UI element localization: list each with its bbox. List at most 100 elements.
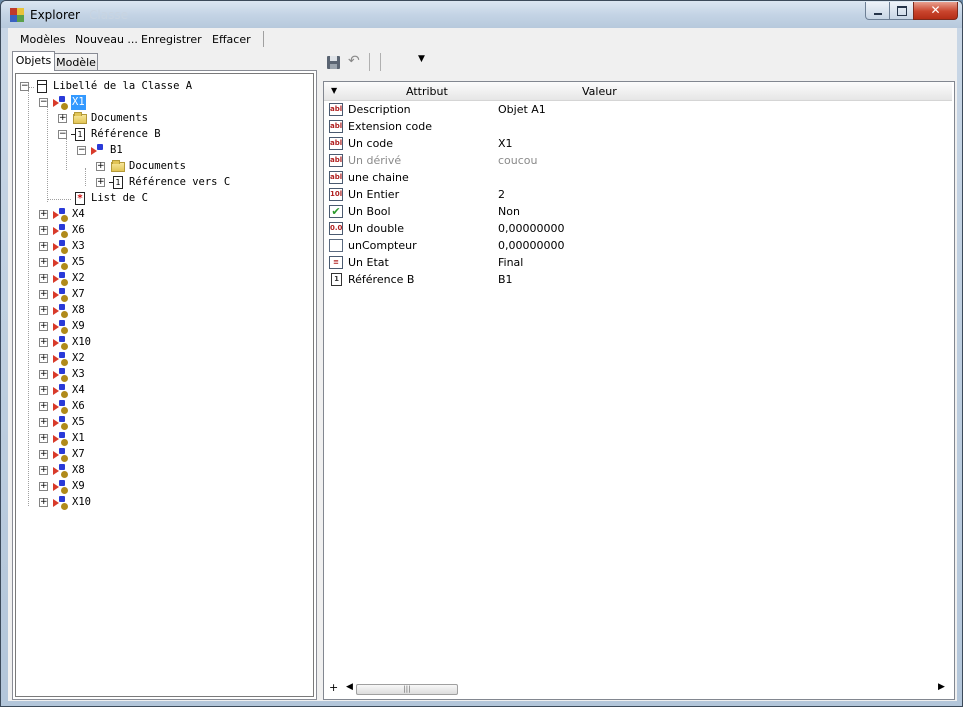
collapse-icon[interactable]: − (77, 146, 86, 155)
scroll-thumb[interactable]: ||| (356, 684, 458, 695)
expand-icon[interactable]: + (39, 322, 48, 331)
tree-label-sibling: X10 (72, 496, 91, 508)
collapse-icon[interactable]: − (39, 98, 48, 107)
expand-icon[interactable]: + (39, 386, 48, 395)
object-icon (53, 96, 69, 110)
maximize-button[interactable] (889, 2, 915, 20)
collapse-icon[interactable]: − (58, 130, 67, 139)
tree-label-sibling: X7 (72, 288, 85, 300)
property-name: Un dérivé (348, 154, 402, 167)
expand-icon[interactable]: + (39, 466, 48, 475)
tab-objets[interactable]: Objets (12, 51, 55, 71)
horizontal-scrollbar[interactable]: + ◀ ||| ▶ (326, 681, 952, 696)
tree-label-x1: X1 (71, 95, 86, 110)
expand-icon[interactable]: + (58, 114, 67, 123)
property-value[interactable]: 0,00000000 (498, 239, 564, 252)
tree-label-reference-b: Référence B (91, 128, 161, 140)
minimize-button[interactable] (865, 2, 891, 20)
property-row[interactable]: ≡ Un Etat Final (328, 254, 948, 271)
property-value[interactable]: 2 (498, 188, 505, 201)
expand-icon[interactable]: + (39, 354, 48, 363)
property-row[interactable]: 0.0l Un double 0,00000000 (328, 220, 948, 237)
client-area: Objets Modèle − Libellé de la Classe A − (8, 50, 957, 701)
property-name: Un Entier (348, 188, 400, 201)
property-value[interactable]: 0,00000000 (498, 222, 564, 235)
expand-icon[interactable]: + (39, 210, 48, 219)
property-value[interactable]: coucou (498, 154, 538, 167)
menu-separator (263, 31, 264, 47)
object-icon (53, 432, 69, 446)
counter-type-icon (329, 239, 343, 252)
object-icon (53, 224, 69, 238)
expand-icon[interactable]: + (39, 402, 48, 411)
folder-icon (73, 112, 87, 124)
expand-icon[interactable]: + (39, 306, 48, 315)
property-row[interactable]: unCompteur 0,00000000 (328, 237, 948, 254)
expand-icon[interactable]: + (39, 290, 48, 299)
property-name: Un Etat (348, 256, 389, 269)
list-icon: * (75, 192, 85, 205)
app-icon (10, 8, 24, 22)
expand-icon[interactable]: + (39, 450, 48, 459)
expand-icon[interactable]: + (39, 274, 48, 283)
toolbar-separator (380, 53, 381, 71)
undo-icon[interactable]: ↶ (348, 53, 360, 69)
property-row[interactable]: abl Extension code (328, 118, 948, 135)
object-icon (53, 320, 69, 334)
menu-effacer[interactable]: Effacer (212, 33, 251, 46)
property-row[interactable]: ✔ Un Bool Non (328, 203, 948, 220)
property-row[interactable]: abl Description Objet A1 (328, 101, 948, 118)
tree-label-sibling: X2 (72, 352, 85, 364)
column-header-valeur[interactable]: Valeur (582, 85, 617, 98)
collapse-icon[interactable]: − (20, 82, 29, 91)
property-row[interactable]: abl une chaine (328, 169, 948, 186)
toolbar-dropdown-button[interactable]: ▼ (418, 54, 425, 64)
close-button[interactable]: ✕ (913, 2, 958, 20)
expand-icon[interactable]: + (39, 226, 48, 235)
menu-bar: Modèles Nouveau ... Enregistrer Effacer (8, 28, 957, 51)
property-value[interactable]: Non (498, 205, 520, 218)
tree-label-sibling: X3 (72, 240, 85, 252)
add-icon[interactable]: + (329, 681, 338, 694)
folder-icon (111, 160, 125, 172)
tree-label-sibling: X3 (72, 368, 85, 380)
menu-enregistrer[interactable]: Enregistrer (141, 33, 202, 46)
object-tree[interactable]: − Libellé de la Classe A − X1 + Document… (15, 73, 314, 697)
property-value[interactable]: Objet A1 (498, 103, 546, 116)
window-title-ghost: Classe (89, 8, 128, 22)
object-icon (53, 272, 69, 286)
property-row[interactable]: 10l Un Entier 2 (328, 186, 948, 203)
expand-icon[interactable]: + (39, 370, 48, 379)
expand-icon[interactable]: + (39, 482, 48, 491)
expand-icon[interactable]: + (39, 338, 48, 347)
property-row[interactable]: abl Un code X1 (328, 135, 948, 152)
property-value[interactable]: B1 (498, 273, 513, 286)
property-value[interactable]: Final (498, 256, 523, 269)
text-type-icon: abl (329, 137, 343, 150)
expand-icon[interactable]: + (96, 178, 105, 187)
expand-icon[interactable]: + (96, 162, 105, 171)
object-icon (53, 368, 69, 382)
title-bar[interactable]: Explorer Classe ✕ (1, 1, 962, 28)
property-value[interactable]: X1 (498, 137, 513, 150)
menu-modeles[interactable]: Modèles (20, 33, 66, 46)
expand-icon[interactable]: + (39, 242, 48, 251)
expand-icon[interactable]: + (39, 258, 48, 267)
class-icon (37, 80, 47, 93)
property-name: une chaine (348, 171, 409, 184)
expand-icon[interactable]: + (39, 498, 48, 507)
property-row[interactable]: 1 Référence B B1 (328, 271, 948, 288)
save-icon[interactable] (327, 56, 340, 69)
column-header-attribut[interactable]: Attribut (406, 85, 448, 98)
property-name: unCompteur (348, 239, 417, 252)
menu-nouveau[interactable]: Nouveau ... (75, 33, 138, 46)
scroll-left-icon[interactable]: ◀ (346, 682, 353, 692)
text-type-icon: abl (329, 171, 343, 184)
expand-icon[interactable]: + (39, 418, 48, 427)
expand-icon[interactable]: + (39, 434, 48, 443)
toolbar-separator (369, 53, 370, 71)
object-icon (53, 256, 69, 270)
scroll-right-icon[interactable]: ▶ (938, 682, 945, 692)
sort-icon[interactable]: ▼ (331, 86, 337, 95)
property-row[interactable]: abl Un dérivé coucou (328, 152, 948, 169)
